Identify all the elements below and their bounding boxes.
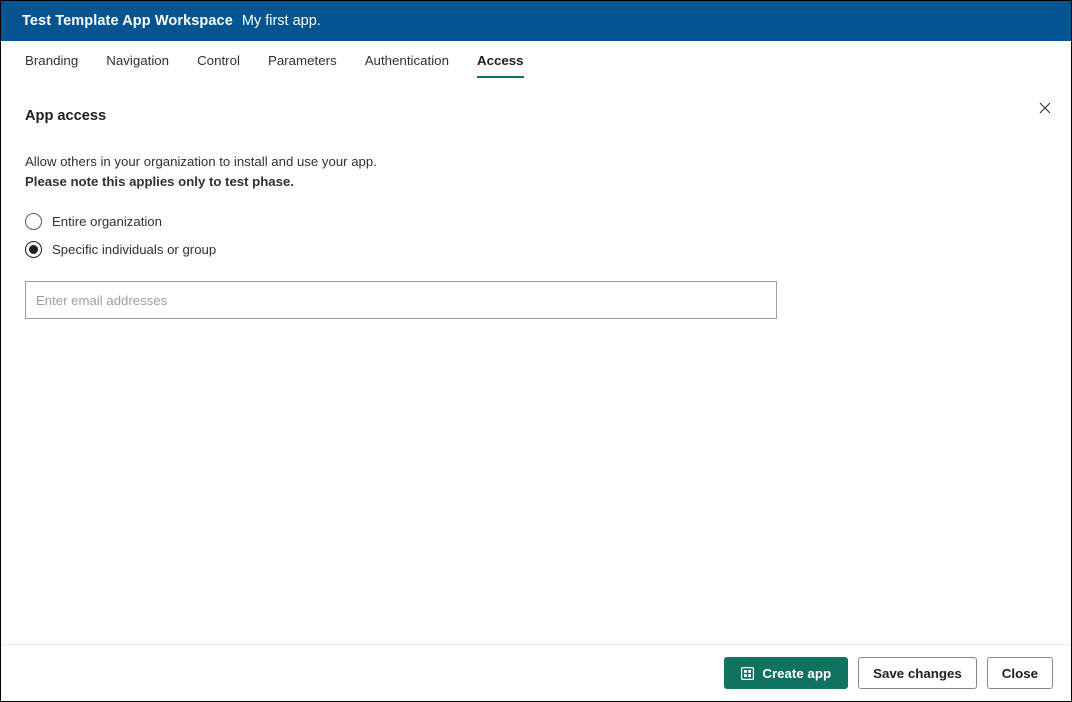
settings-tabbar: Branding Navigation Control Parameters A… [1, 41, 1071, 114]
radio-entire-organization[interactable]: Entire organization [25, 210, 1047, 233]
radio-entire-organization-label: Entire organization [52, 214, 162, 229]
tab-navigation[interactable]: Navigation [106, 41, 169, 78]
access-scope-radio-group: Entire organization Specific individuals… [25, 210, 1047, 261]
radio-circle-selected-icon [25, 241, 42, 258]
app-settings-dialog: Test Template App Workspace My first app… [0, 0, 1072, 702]
create-app-label: Create app [762, 665, 832, 681]
tab-branding[interactable]: Branding [25, 41, 78, 78]
access-panel: App access Allow others in your organiza… [1, 86, 1071, 319]
tab-authentication[interactable]: Authentication [365, 41, 449, 78]
radio-specific-individuals[interactable]: Specific individuals or group [25, 238, 1047, 261]
tab-control[interactable]: Control [197, 41, 240, 78]
email-addresses-input[interactable] [25, 281, 777, 319]
tab-parameters[interactable]: Parameters [268, 41, 337, 78]
create-app-button[interactable]: Create app [724, 657, 849, 689]
radio-circle-icon [25, 213, 42, 230]
radio-specific-individuals-label: Specific individuals or group [52, 242, 217, 257]
workspace-name: Test Template App Workspace [22, 13, 233, 29]
dialog-footer: Create app Save changes Close [1, 644, 1071, 701]
save-changes-button[interactable]: Save changes [858, 657, 977, 689]
page-title: App access [25, 108, 107, 124]
dialog-titlebar: Test Template App Workspace My first app… [1, 1, 1071, 41]
access-description-note: Please note this applies only to test ph… [25, 174, 294, 189]
app-grid-icon [741, 666, 755, 680]
access-description: Allow others in your organization to ins… [25, 154, 377, 169]
close-dialog-button[interactable] [1029, 92, 1061, 124]
app-name: My first app. [241, 13, 321, 29]
close-icon [1039, 102, 1051, 114]
close-button[interactable]: Close [986, 657, 1053, 689]
tab-access[interactable]: Access [476, 41, 524, 78]
